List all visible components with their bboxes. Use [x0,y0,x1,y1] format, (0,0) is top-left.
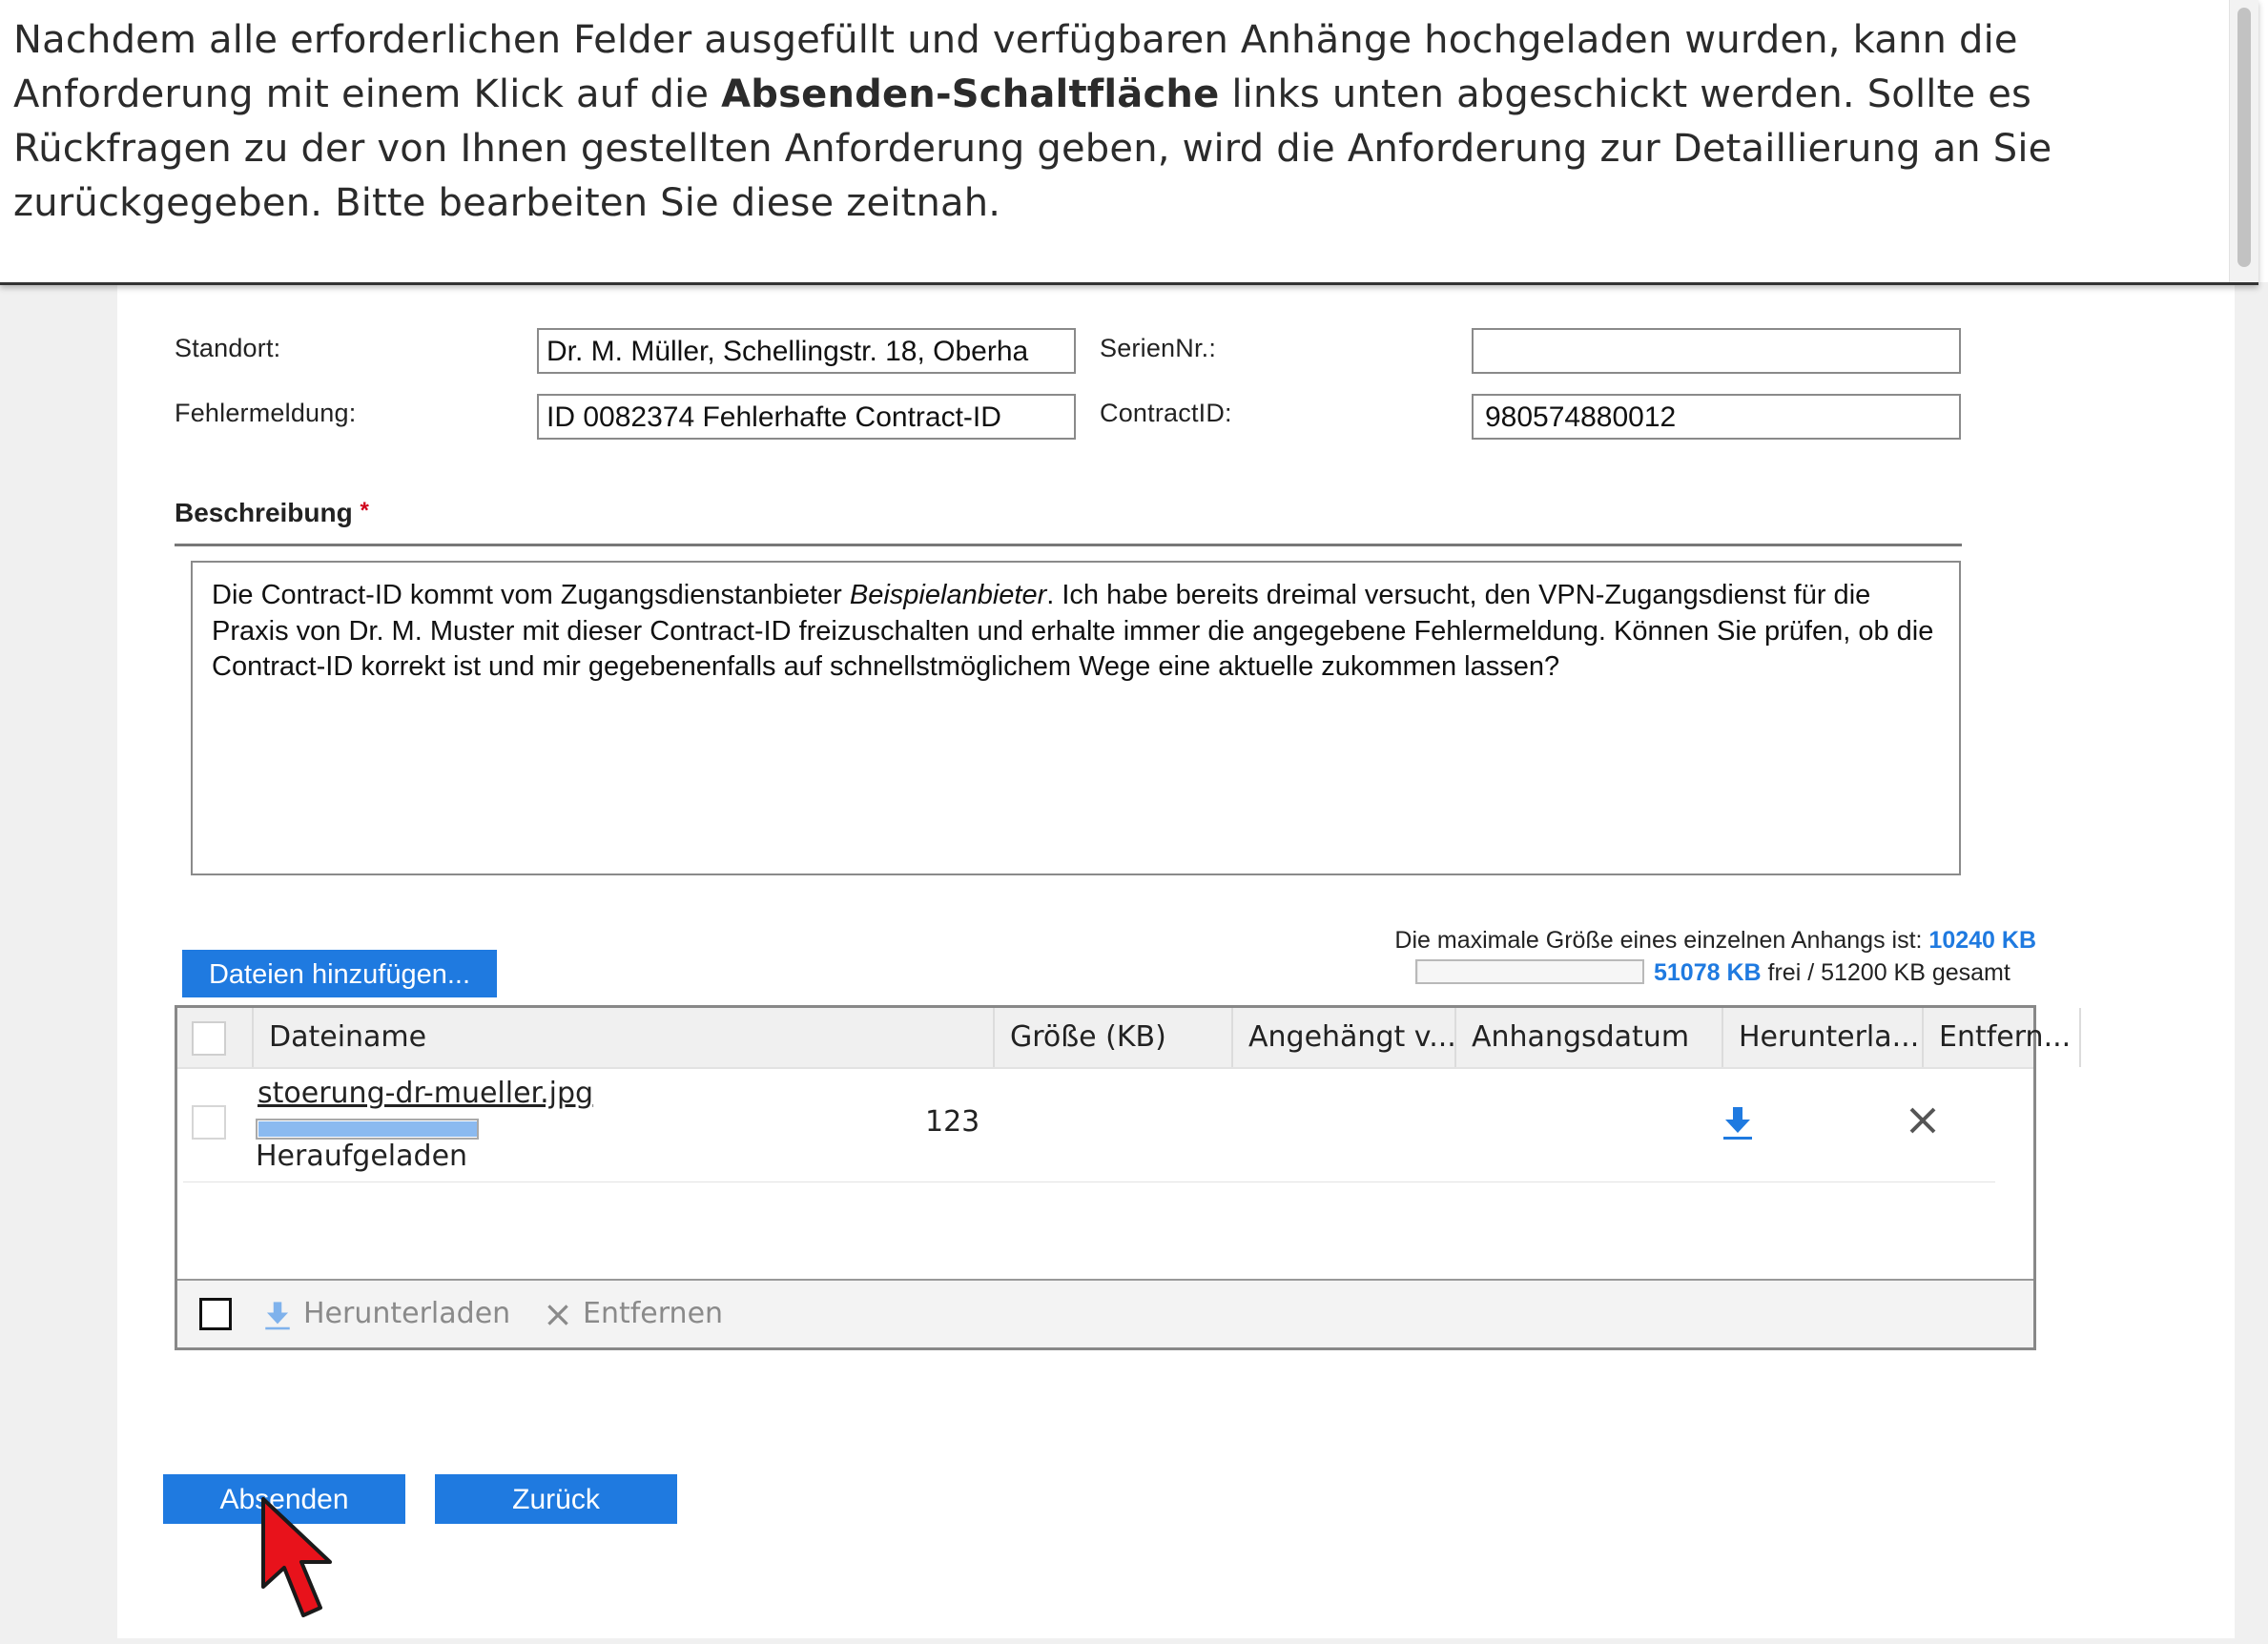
col-angehaengt-von[interactable]: Angehängt v... [1233,1008,1456,1067]
seriennr-label: SerienNr.: [1100,334,1217,362]
select-all-checkbox-footer[interactable] [199,1298,232,1330]
instruction-banner: Nachdem alle erforderlichen Felder ausge… [0,0,2258,285]
quota-free-suffix: frei / 51200 KB gesamt [1761,959,2010,986]
banner-scrollbar-thumb[interactable] [2237,8,2251,267]
seriennr-field[interactable] [1472,328,1961,374]
contractid-field[interactable]: 980574880012 [1472,394,1961,440]
header-select-cell [177,1008,254,1067]
select-all-checkbox-header[interactable] [192,1021,226,1056]
instruction-emphasis: Absenden-Schaltfläche [721,72,1220,116]
standort-label: Standort: [175,334,281,362]
file-name-link[interactable]: stoerung-dr-mueller.jpg [258,1077,593,1110]
beschreibung-text-italic: Beispielanbieter [849,580,1047,610]
beschreibung-title-text: Beschreibung [175,498,353,527]
max-size-value: 10240 KB [1928,927,2036,954]
quota-progress-bar [1415,959,1644,984]
contractid-label: ContractID: [1100,399,1232,427]
col-groesse[interactable]: Größe (KB) [995,1008,1233,1067]
download-arrow-icon [265,1301,290,1329]
beschreibung-text-part1: Die Contract-ID kommt vom Zugangsdiensta… [212,580,850,610]
max-size-label: Die maximale Größe eines einzelnen Anhan… [1394,927,1929,954]
beschreibung-title: Beschreibung * [175,498,369,528]
col-entfernen[interactable]: Entfern... [1924,1008,2081,1067]
quota-progress-fill [1417,961,1418,982]
close-x-icon[interactable] [1904,1101,1942,1140]
footer-download-button[interactable]: Herunterladen [261,1281,510,1347]
upload-progress-bar [256,1119,479,1140]
back-button[interactable]: Zurück [435,1474,677,1524]
file-row-checkbox[interactable] [192,1105,226,1140]
quota-free-value: 51078 KB [1654,959,1762,986]
footer-download-label: Herunterladen [303,1297,511,1330]
max-size-info: Die maximale Größe eines einzelnen Anhan… [1394,927,2036,955]
upload-status: Heraufgeladen [256,1140,468,1173]
fehlermeldung-field[interactable]: ID 0082374 Fehlerhafte Contract-ID [537,394,1076,440]
close-x-icon [547,1304,568,1325]
col-anhangsdatum[interactable]: Anhangsdatum [1456,1008,1723,1067]
footer-remove-button[interactable]: Entfernen [543,1281,723,1347]
footer-remove-label: Entfernen [583,1297,724,1330]
attachments-grid: Dateiname Größe (KB) Angehängt v... Anha… [175,1005,2081,1350]
fehlermeldung-label: Fehlermeldung: [175,399,357,427]
section-divider [175,544,1962,546]
grid-header: Dateiname Größe (KB) Angehängt v... Anha… [177,1008,2081,1069]
standort-field[interactable]: Dr. M. Müller, Schellingstr. 18, Oberha [537,328,1076,374]
upload-progress-fill [258,1121,477,1137]
quota-text: 51078 KB frei / 51200 KB gesamt [1654,959,2010,987]
file-size: 123 [925,1105,980,1139]
download-arrow-icon[interactable] [1719,1103,1757,1141]
col-dateiname[interactable]: Dateiname [254,1008,995,1067]
banner-scrollbar[interactable] [2229,0,2258,282]
grid-footer: Herunterladen Entfernen [177,1279,2033,1347]
beschreibung-textarea[interactable]: Die Contract-ID kommt vom Zugangsdiensta… [191,561,1961,875]
col-herunterladen[interactable]: Herunterla... [1723,1008,1924,1067]
mouse-pointer-icon [261,1497,332,1617]
required-marker: * [360,498,369,524]
add-files-button[interactable]: Dateien hinzufügen... [182,950,497,997]
instruction-text: Nachdem alle erforderlichen Felder ausge… [13,13,2226,231]
